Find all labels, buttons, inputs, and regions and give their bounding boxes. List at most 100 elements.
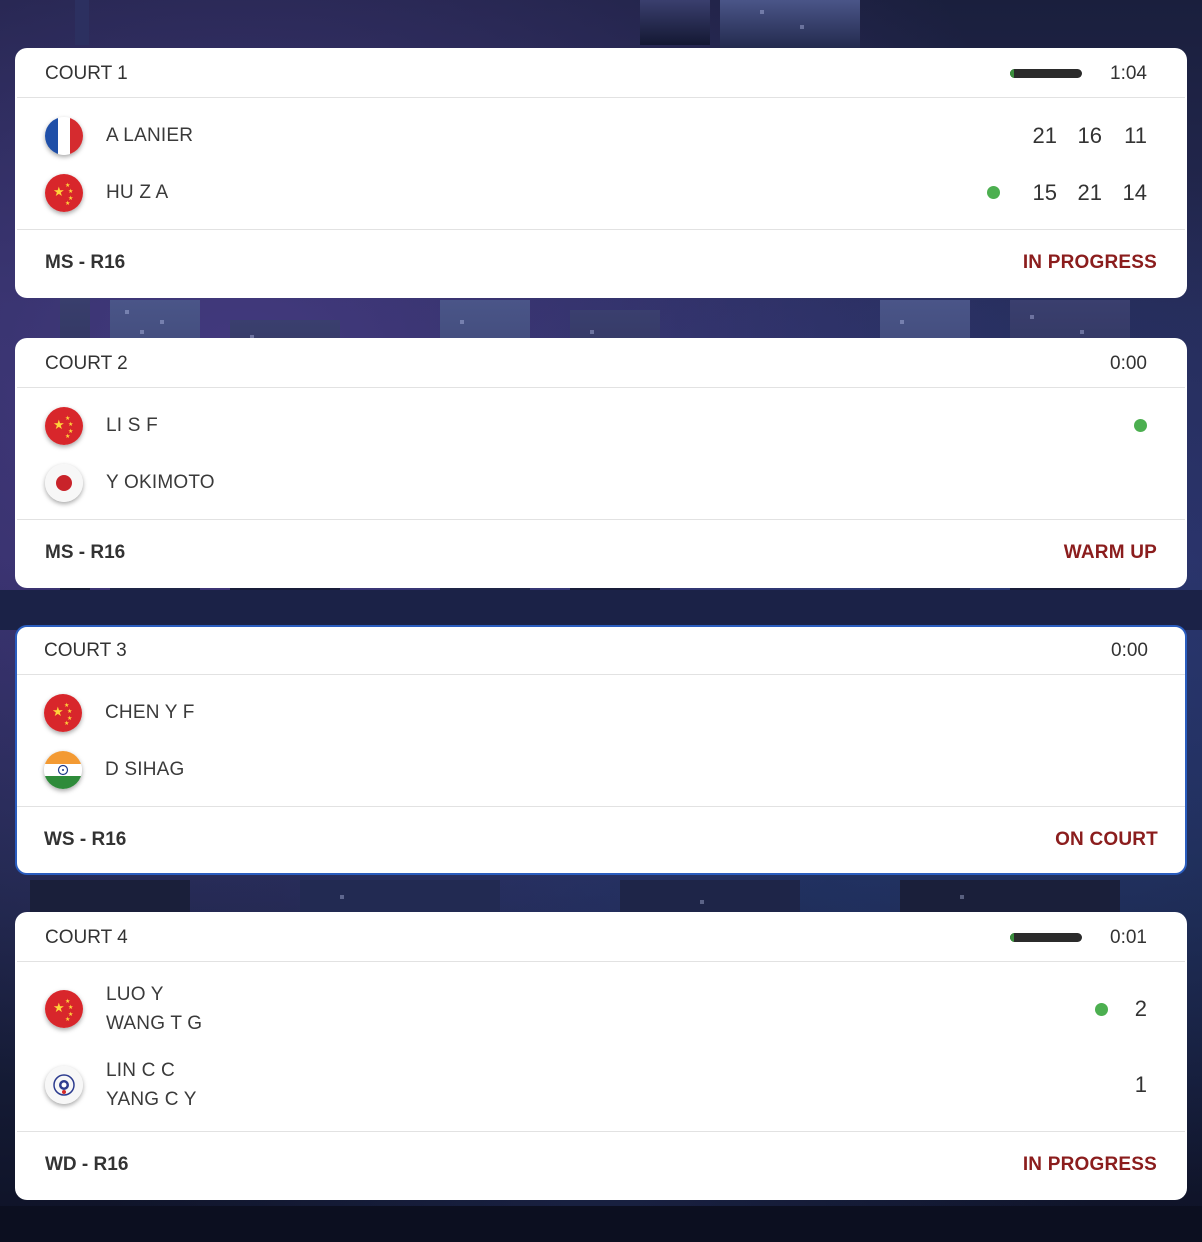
event-round: WD - R16 bbox=[45, 1154, 129, 1175]
player-name: CHEN Y F bbox=[105, 702, 195, 723]
player-name: A LANIER bbox=[106, 125, 194, 146]
court-card-2[interactable]: COURT 2 0:00 ★ ★ ★ ★ ★ LI S F Y OKIMOTO … bbox=[15, 338, 1187, 588]
players-section: A LANIER 21 16 11 ★ ★ ★ ★ ★ HU Z A 15 21… bbox=[17, 98, 1185, 230]
score-section: 15 21 14 bbox=[987, 180, 1147, 206]
player-row-2: D SIHAG bbox=[44, 741, 1147, 798]
player-names: LIN C C YANG C Y bbox=[106, 1056, 197, 1114]
player-row-1: ★ ★ ★ ★ ★ CHEN Y F bbox=[44, 684, 1147, 741]
court-footer: MS - R16 IN PROGRESS bbox=[17, 230, 1185, 296]
china-flag-icon: ★ ★ ★ ★ ★ bbox=[45, 990, 83, 1028]
player-info: Y OKIMOTO bbox=[45, 463, 215, 502]
player-names: D SIHAG bbox=[105, 755, 185, 784]
court-header: COURT 1 1:04 bbox=[17, 50, 1185, 98]
player-info: ★ ★ ★ ★ ★ HU Z A bbox=[45, 173, 168, 212]
court-header-right: 1:04 bbox=[1010, 63, 1147, 85]
serving-indicator-icon bbox=[1134, 419, 1147, 432]
match-status: IN PROGRESS bbox=[1022, 1154, 1157, 1175]
match-timer: 0:00 bbox=[1110, 352, 1147, 374]
svg-text:★: ★ bbox=[68, 421, 73, 428]
player-info: A LANIER bbox=[45, 116, 193, 155]
svg-text:★: ★ bbox=[52, 705, 64, 720]
players-section: ★ ★ ★ ★ ★ CHEN Y F D SIHAG bbox=[17, 675, 1185, 807]
svg-text:★: ★ bbox=[65, 1016, 70, 1023]
china-flag-icon: ★ ★ ★ ★ ★ bbox=[44, 693, 82, 732]
svg-text:★: ★ bbox=[53, 1001, 65, 1016]
player-row-2: ★ ★ ★ ★ ★ HU Z A 15 21 14 bbox=[45, 164, 1147, 221]
court-card-4[interactable]: COURT 4 0:01 ★ ★ ★ ★ ★ LUO Y WANG T G 2 … bbox=[15, 912, 1187, 1200]
players-section: ★ ★ ★ ★ ★ LI S F Y OKIMOTO bbox=[17, 388, 1185, 520]
game-score: 15 bbox=[1032, 179, 1057, 205]
event-round: MS - R16 bbox=[45, 542, 126, 563]
player-names: HU Z A bbox=[106, 178, 168, 207]
player-name: LUO Y bbox=[106, 984, 164, 1005]
japan-flag-icon bbox=[45, 463, 83, 502]
player-info: LIN C C YANG C Y bbox=[45, 1056, 197, 1114]
court-header-right: 0:01 bbox=[1010, 927, 1147, 949]
svg-text:★: ★ bbox=[68, 188, 73, 195]
player-name: Y OKIMOTO bbox=[106, 472, 215, 493]
match-timer: 1:04 bbox=[1110, 62, 1147, 84]
court-header: COURT 3 0:00 bbox=[17, 627, 1185, 675]
match-status: IN PROGRESS bbox=[1022, 252, 1157, 273]
game-score: 16 bbox=[1077, 122, 1102, 148]
event-round: MS - R16 bbox=[45, 252, 126, 273]
court-header-right: 0:00 bbox=[1110, 353, 1147, 375]
india-flag-icon bbox=[44, 750, 82, 789]
court-card-3[interactable]: COURT 3 0:00 ★ ★ ★ ★ ★ CHEN Y F D SIHAG … bbox=[15, 625, 1187, 875]
player-name: YANG C Y bbox=[106, 1089, 197, 1110]
player-row-1: ★ ★ ★ ★ ★ LI S F bbox=[45, 397, 1147, 454]
player-names: Y OKIMOTO bbox=[106, 468, 215, 497]
court-footer: MS - R16 WARM UP bbox=[17, 520, 1185, 586]
china-flag-icon: ★ ★ ★ ★ ★ bbox=[45, 173, 83, 212]
court-header-right: 0:00 bbox=[1111, 640, 1148, 662]
game-score: 21 bbox=[1077, 179, 1102, 205]
player-row-2: Y OKIMOTO bbox=[45, 454, 1147, 511]
china-flag-icon: ★ ★ ★ ★ ★ bbox=[45, 406, 83, 445]
svg-text:★: ★ bbox=[68, 1004, 73, 1011]
game-score: 14 bbox=[1122, 179, 1147, 205]
svg-text:★: ★ bbox=[65, 433, 70, 440]
svg-text:★: ★ bbox=[65, 200, 70, 207]
team-row-1: ★ ★ ★ ★ ★ LUO Y WANG T G 2 bbox=[45, 971, 1147, 1047]
court-card-1[interactable]: COURT 1 1:04 A LANIER 21 16 11 ★ ★ ★ ★ ★… bbox=[15, 48, 1187, 298]
player-info: ★ ★ ★ ★ ★ CHEN Y F bbox=[44, 693, 195, 732]
player-name: HU Z A bbox=[106, 182, 169, 203]
score-section: 1 bbox=[1114, 1072, 1147, 1098]
score-section bbox=[1134, 419, 1147, 432]
match-progress-bar bbox=[1010, 69, 1083, 78]
score-section: 21 16 11 bbox=[1012, 123, 1147, 149]
court-name: COURT 4 bbox=[45, 926, 128, 948]
serving-indicator-icon bbox=[1095, 1002, 1108, 1016]
player-info: D SIHAG bbox=[44, 750, 185, 789]
svg-text:★: ★ bbox=[53, 418, 65, 433]
players-section: ★ ★ ★ ★ ★ LUO Y WANG T G 2 LIN C C YANG … bbox=[17, 962, 1185, 1132]
court-list: COURT 1 1:04 A LANIER 21 16 11 ★ ★ ★ ★ ★… bbox=[15, 48, 1187, 1240]
serving-indicator-icon bbox=[987, 186, 1000, 199]
match-status: WARM UP bbox=[1063, 542, 1157, 563]
court-header: COURT 4 0:01 bbox=[17, 914, 1185, 962]
match-progress-bar bbox=[1010, 933, 1083, 942]
event-round: WS - R16 bbox=[44, 829, 127, 850]
player-names: LUO Y WANG T G bbox=[106, 980, 202, 1038]
player-names: CHEN Y F bbox=[105, 698, 195, 727]
court-footer: WD - R16 IN PROGRESS bbox=[17, 1132, 1185, 1198]
match-timer: 0:01 bbox=[1110, 926, 1147, 948]
match-progress-fill bbox=[1010, 933, 1014, 942]
player-names: A LANIER bbox=[106, 121, 193, 150]
player-info: ★ ★ ★ ★ ★ LI S F bbox=[45, 406, 158, 445]
game-score: 2 bbox=[1134, 996, 1147, 1021]
match-timer: 0:00 bbox=[1111, 639, 1148, 661]
france-flag-icon bbox=[45, 116, 83, 155]
svg-text:★: ★ bbox=[64, 720, 69, 727]
svg-text:★: ★ bbox=[53, 185, 65, 200]
player-name: WANG T G bbox=[106, 1013, 203, 1034]
match-status: ON COURT bbox=[1055, 829, 1158, 850]
court-name: COURT 3 bbox=[44, 639, 127, 661]
court-header: COURT 2 0:00 bbox=[17, 340, 1185, 388]
court-name: COURT 2 bbox=[45, 352, 128, 374]
player-info: ★ ★ ★ ★ ★ LUO Y WANG T G bbox=[45, 980, 202, 1038]
player-name: LIN C C bbox=[106, 1060, 175, 1081]
court-name: COURT 1 bbox=[45, 62, 128, 84]
svg-text:★: ★ bbox=[67, 708, 72, 715]
court-footer: WS - R16 ON COURT bbox=[17, 807, 1185, 873]
